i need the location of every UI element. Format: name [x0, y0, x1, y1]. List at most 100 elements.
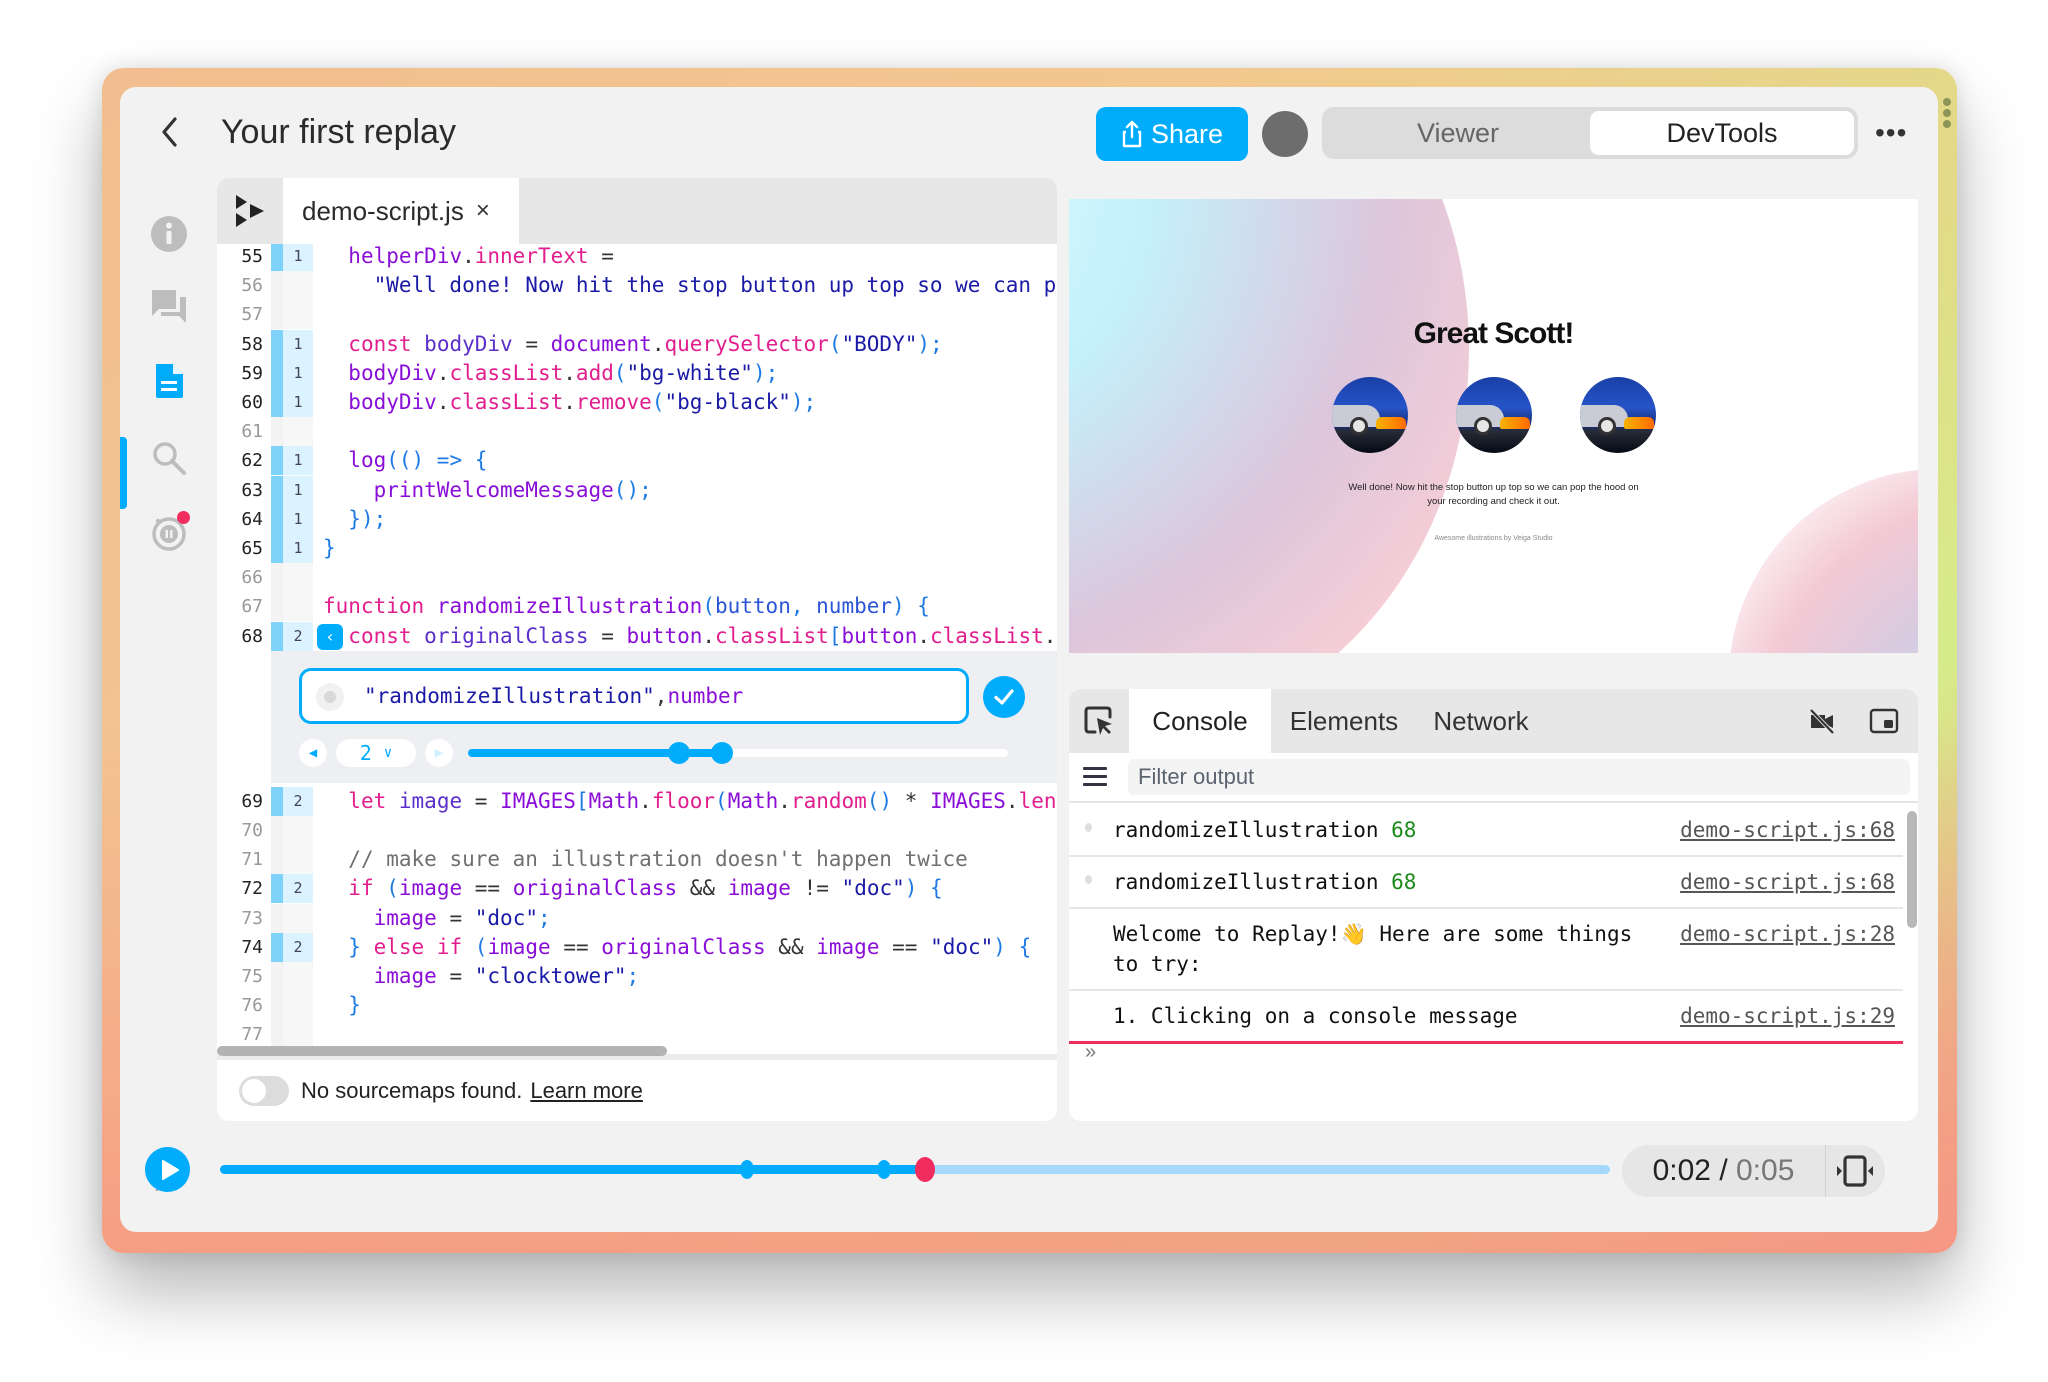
- close-tab-icon[interactable]: ×: [476, 197, 490, 225]
- logpoint-save-button[interactable]: [983, 675, 1025, 718]
- timeline-event-marker[interactable]: [739, 1160, 754, 1179]
- logpoint-expression-input[interactable]: "randomizeIllustration", number: [299, 667, 969, 724]
- code-view[interactable]: "randomizeIllustration", number ◀ 2 ∨ ▶ …: [217, 244, 1057, 1054]
- code-line[interactable]: 66: [217, 563, 1057, 593]
- more-options-button[interactable]: •••: [1875, 117, 1907, 149]
- code-line[interactable]: 70: [217, 816, 1057, 845]
- hit-count[interactable]: [283, 845, 313, 875]
- code-line[interactable]: 55 1 helperDiv.innerText =: [217, 244, 1057, 271]
- code-line[interactable]: 62 1 log(() => {: [217, 446, 1057, 476]
- filter-output-input[interactable]: [1128, 759, 1910, 795]
- code-line[interactable]: 74 2 } else if (image == originalClass &&…: [217, 932, 1057, 962]
- element-picker-button[interactable]: [1069, 689, 1129, 753]
- hit-count[interactable]: 2: [283, 786, 313, 816]
- next-hit-button[interactable]: ▶: [425, 738, 453, 767]
- sourcemap-toggle[interactable]: [239, 1075, 289, 1106]
- share-button[interactable]: Share: [1096, 107, 1248, 161]
- hit-count[interactable]: 1: [283, 244, 313, 271]
- hit-count[interactable]: 2: [283, 621, 313, 651]
- timeline-track[interactable]: [220, 1157, 1610, 1182]
- hit-count[interactable]: [283, 563, 313, 593]
- line-number[interactable]: 57: [217, 300, 263, 329]
- sidebar-item-replay-events[interactable]: [148, 511, 190, 553]
- hit-count[interactable]: 1: [283, 475, 313, 505]
- line-number[interactable]: 64: [217, 505, 263, 534]
- previous-hit-button[interactable]: ◀: [299, 738, 327, 767]
- line-number[interactable]: 66: [217, 563, 263, 592]
- message-source-link[interactable]: demo-script.js:29: [1680, 1001, 1895, 1031]
- code-line[interactable]: 71 // make sure an illustration doesn't …: [217, 845, 1057, 875]
- code-line[interactable]: 56 "Well done! Now hit the stop button u…: [217, 271, 1057, 301]
- line-number[interactable]: 70: [217, 816, 263, 845]
- console-input-prompt[interactable]: »: [1085, 1041, 1096, 1064]
- focus-mode-button[interactable]: [1826, 1154, 1884, 1188]
- line-number[interactable]: 75: [217, 962, 263, 991]
- line-number[interactable]: 74: [217, 933, 263, 962]
- code-line[interactable]: 64 1 });: [217, 504, 1057, 534]
- recording-title[interactable]: Your first replay: [221, 113, 456, 152]
- sidebar-item-info[interactable]: [148, 213, 190, 255]
- window-drag-handle[interactable]: [1943, 98, 1951, 131]
- hit-count[interactable]: [283, 417, 313, 447]
- delorean-illustration-button[interactable]: [1455, 377, 1532, 453]
- hit-count[interactable]: 1: [283, 358, 313, 388]
- console-scrollbar[interactable]: [1907, 811, 1917, 928]
- mode-devtools[interactable]: DevTools: [1590, 111, 1854, 155]
- code-line[interactable]: 68 2 const originalClass = button.classLi…: [217, 621, 1057, 651]
- hit-count[interactable]: 1: [283, 534, 313, 563]
- file-tab-demo-script[interactable]: demo-script.js ×: [283, 178, 519, 244]
- hit-count[interactable]: [283, 991, 313, 1021]
- tab-network[interactable]: Network: [1417, 689, 1545, 753]
- console-message[interactable]: Welcome to Replay!👋 Here are some things…: [1069, 909, 1903, 991]
- message-source-link[interactable]: demo-script.js:68: [1680, 867, 1895, 897]
- code-line[interactable]: 59 1 bodyDiv.classList.add("bg-white");: [217, 358, 1057, 388]
- code-line[interactable]: 57: [217, 300, 1057, 330]
- line-number[interactable]: 60: [217, 388, 263, 417]
- line-number[interactable]: 62: [217, 446, 263, 475]
- hit-timeline-track[interactable]: [468, 741, 1008, 764]
- hit-count[interactable]: 1: [283, 504, 313, 534]
- user-avatar[interactable]: [1262, 111, 1308, 157]
- code-line[interactable]: 73 image = "doc";: [217, 903, 1057, 933]
- hit-count[interactable]: [283, 592, 313, 622]
- line-number[interactable]: 63: [217, 476, 263, 505]
- line-number[interactable]: 56: [217, 271, 263, 300]
- hit-count[interactable]: 1: [283, 329, 313, 359]
- code-line[interactable]: 61: [217, 417, 1057, 447]
- message-source-link[interactable]: demo-script.js:68: [1680, 815, 1895, 845]
- tab-console[interactable]: Console: [1129, 689, 1271, 753]
- hit-count[interactable]: 2: [283, 932, 313, 962]
- line-number[interactable]: 65: [217, 534, 263, 563]
- line-number[interactable]: 68: [217, 622, 263, 651]
- line-number[interactable]: 58: [217, 330, 263, 359]
- hit-count[interactable]: 1: [283, 446, 313, 476]
- sidebar-item-source-explorer[interactable]: [148, 360, 190, 402]
- code-line[interactable]: 60 1 bodyDiv.classList.remove("bg-black")…: [217, 388, 1057, 417]
- video-off-icon[interactable]: [1807, 706, 1837, 736]
- line-number[interactable]: 59: [217, 359, 263, 388]
- line-number[interactable]: 61: [217, 417, 263, 446]
- hit-count[interactable]: [283, 962, 313, 991]
- learn-more-link[interactable]: Learn more: [530, 1078, 643, 1104]
- console-message[interactable]: randomizeIllustration 68 demo-script.js:6…: [1069, 857, 1903, 909]
- code-line[interactable]: 63 1 printWelcomeMessage();: [217, 475, 1057, 505]
- code-line[interactable]: 72 2 if (image == originalClass && image …: [217, 874, 1057, 904]
- toggle-layout-icon[interactable]: [1869, 706, 1899, 736]
- hit-marker[interactable]: [710, 741, 733, 764]
- console-menu-button[interactable]: [1083, 767, 1107, 789]
- console-message[interactable]: 1. Clicking on a console message demo-scr…: [1069, 991, 1903, 1044]
- code-line[interactable]: 69 2 let image = IMAGES[Math.floor(Math.r…: [217, 786, 1057, 816]
- message-source-link[interactable]: demo-script.js:28: [1680, 919, 1895, 949]
- line-number[interactable]: 76: [217, 991, 263, 1020]
- logpoint-color-dot[interactable]: [316, 682, 344, 711]
- hit-count[interactable]: [283, 300, 313, 330]
- hit-count[interactable]: 2: [283, 874, 313, 904]
- hit-count[interactable]: [283, 271, 313, 301]
- line-number[interactable]: 72: [217, 874, 263, 903]
- code-line[interactable]: 75 image = "clocktower";: [217, 962, 1057, 991]
- code-line[interactable]: 76 }: [217, 991, 1057, 1021]
- sidebar-item-comments[interactable]: [148, 285, 190, 327]
- line-number[interactable]: 71: [217, 845, 263, 874]
- mode-viewer[interactable]: Viewer: [1326, 111, 1590, 155]
- play-button[interactable]: [145, 1147, 190, 1192]
